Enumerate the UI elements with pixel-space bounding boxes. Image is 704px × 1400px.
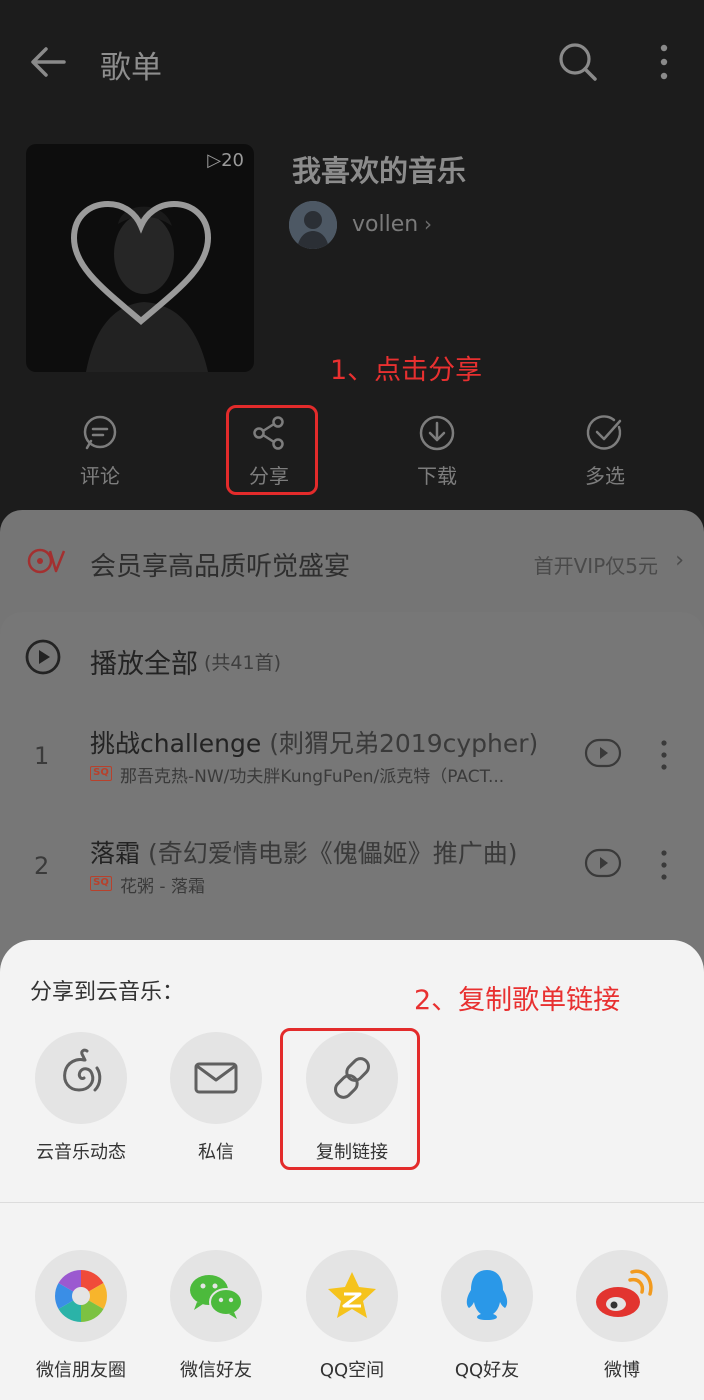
song-alias: (奇幻爱情电影《傀儡姬》推广曲)	[140, 839, 518, 868]
mail-icon	[170, 1032, 262, 1124]
song-artist: 花粥 - 落霜	[120, 877, 205, 897]
song-title-text: 落霜	[90, 839, 141, 868]
share-item-label: 微信好友	[180, 1360, 252, 1381]
song-artist: 那吾克热-NW/功夫胖KungFuPen/派克特（PACT...	[120, 767, 505, 787]
divider	[0, 1202, 704, 1203]
weibo-icon	[576, 1250, 668, 1342]
annotation-step2: 2、复制歌单链接	[414, 985, 621, 1016]
wechat-icon	[170, 1250, 262, 1342]
playlist-cover[interactable]: ▷20	[26, 144, 254, 372]
search-icon[interactable]	[556, 40, 600, 84]
more-vertical-icon[interactable]	[656, 738, 672, 772]
download-label: 下载	[417, 464, 457, 488]
top-bar: 歌单	[0, 30, 704, 94]
play-count: ▷20	[207, 150, 244, 171]
vip-offer: 首开VIP仅5元	[533, 554, 658, 578]
song-index: 2	[34, 852, 50, 880]
download-button[interactable]: 下载	[382, 408, 492, 488]
table-row[interactable]: 2 落霜 (奇幻爱情电影《傀儡姬》推广曲) SQ 花粥 - 落霜	[0, 822, 704, 918]
multi-select-label: 多选	[585, 464, 625, 488]
check-circle-icon	[586, 415, 622, 450]
vip-logo-icon	[27, 548, 66, 574]
page-title: 歌单	[100, 50, 162, 86]
annotation-step1: 1、点击分享	[330, 355, 483, 386]
chevron-right-icon[interactable]: ›	[424, 212, 432, 236]
comment-label: 评论	[80, 464, 120, 488]
playlist-name: 我喜欢的音乐	[292, 154, 467, 188]
share-private-message-button[interactable]: 私信	[151, 1032, 281, 1164]
multi-select-button[interactable]: 多选	[550, 408, 660, 488]
heart-icon	[70, 200, 212, 325]
share-cloud-moments-button[interactable]: 云音乐动态	[16, 1032, 146, 1164]
song-alias: (刺猬兄弟2019cypher)	[261, 729, 539, 758]
sq-badge: SQ	[90, 766, 112, 781]
comment-button[interactable]: 评论	[45, 408, 155, 488]
share-item-label: QQ好友	[454, 1360, 520, 1381]
share-sheet: 分享到云音乐： 2、复制歌单链接 云音乐动态 私信 复制链接 微信朋友圈 微信好…	[0, 940, 704, 1400]
share-wechat-moments-button[interactable]: 微信朋友圈	[16, 1250, 146, 1382]
song-title: 落霜 (奇幻爱情电影《傀儡姬》推广曲)	[90, 834, 517, 870]
share-item-label: 云音乐动态	[36, 1142, 126, 1163]
more-vertical-icon[interactable]	[656, 848, 672, 882]
more-vertical-icon[interactable]	[648, 40, 680, 84]
play-all-label: 播放全部	[90, 649, 198, 680]
share-qq-friend-button[interactable]: QQ好友	[422, 1250, 552, 1382]
playlist-header: 歌单 ▷20 我喜欢的音乐 vollen › 1、点击分享 评论 分享 下载 多…	[0, 0, 704, 540]
mv-play-icon[interactable]	[584, 848, 622, 878]
song-title-text: 挑战challenge	[90, 729, 262, 758]
share-item-label: 微博	[604, 1360, 640, 1381]
share-wechat-friend-button[interactable]: 微信好友	[151, 1250, 281, 1382]
song-index: 1	[34, 742, 50, 770]
share-item-label: 微信朋友圈	[36, 1360, 126, 1381]
creator-name[interactable]: vollen	[352, 212, 418, 237]
download-icon	[419, 415, 455, 451]
song-title: 挑战challenge (刺猬兄弟2019cypher)	[90, 724, 538, 760]
chevron-right-icon: ›	[675, 548, 684, 573]
share-highlight-box	[226, 405, 318, 495]
qzone-icon	[306, 1250, 398, 1342]
cloud-music-moments-icon	[35, 1032, 127, 1124]
share-weibo-button[interactable]: 微博	[557, 1250, 687, 1382]
sq-badge: SQ	[90, 876, 112, 891]
wechat-moments-icon	[35, 1250, 127, 1342]
mv-play-icon[interactable]	[584, 738, 622, 768]
share-item-label: 私信	[198, 1142, 234, 1163]
vip-text: 会员享高品质听觉盛宴	[90, 552, 351, 582]
song-count: (共41首)	[204, 652, 282, 674]
share-item-label: QQ空间	[319, 1360, 385, 1381]
qq-icon	[441, 1250, 533, 1342]
creator-avatar[interactable]	[289, 201, 337, 249]
copy-link-highlight-box	[280, 1028, 420, 1170]
avatar-icon	[289, 201, 337, 249]
share-sheet-heading: 分享到云音乐：	[30, 980, 185, 1005]
play-circle-icon	[25, 639, 61, 675]
table-row[interactable]: 1 挑战challenge (刺猬兄弟2019cypher) SQ 那吾克热-N…	[0, 712, 704, 808]
comment-icon	[83, 415, 117, 450]
back-arrow-icon[interactable]	[26, 40, 70, 84]
share-qzone-button[interactable]: QQ空间	[287, 1250, 417, 1382]
